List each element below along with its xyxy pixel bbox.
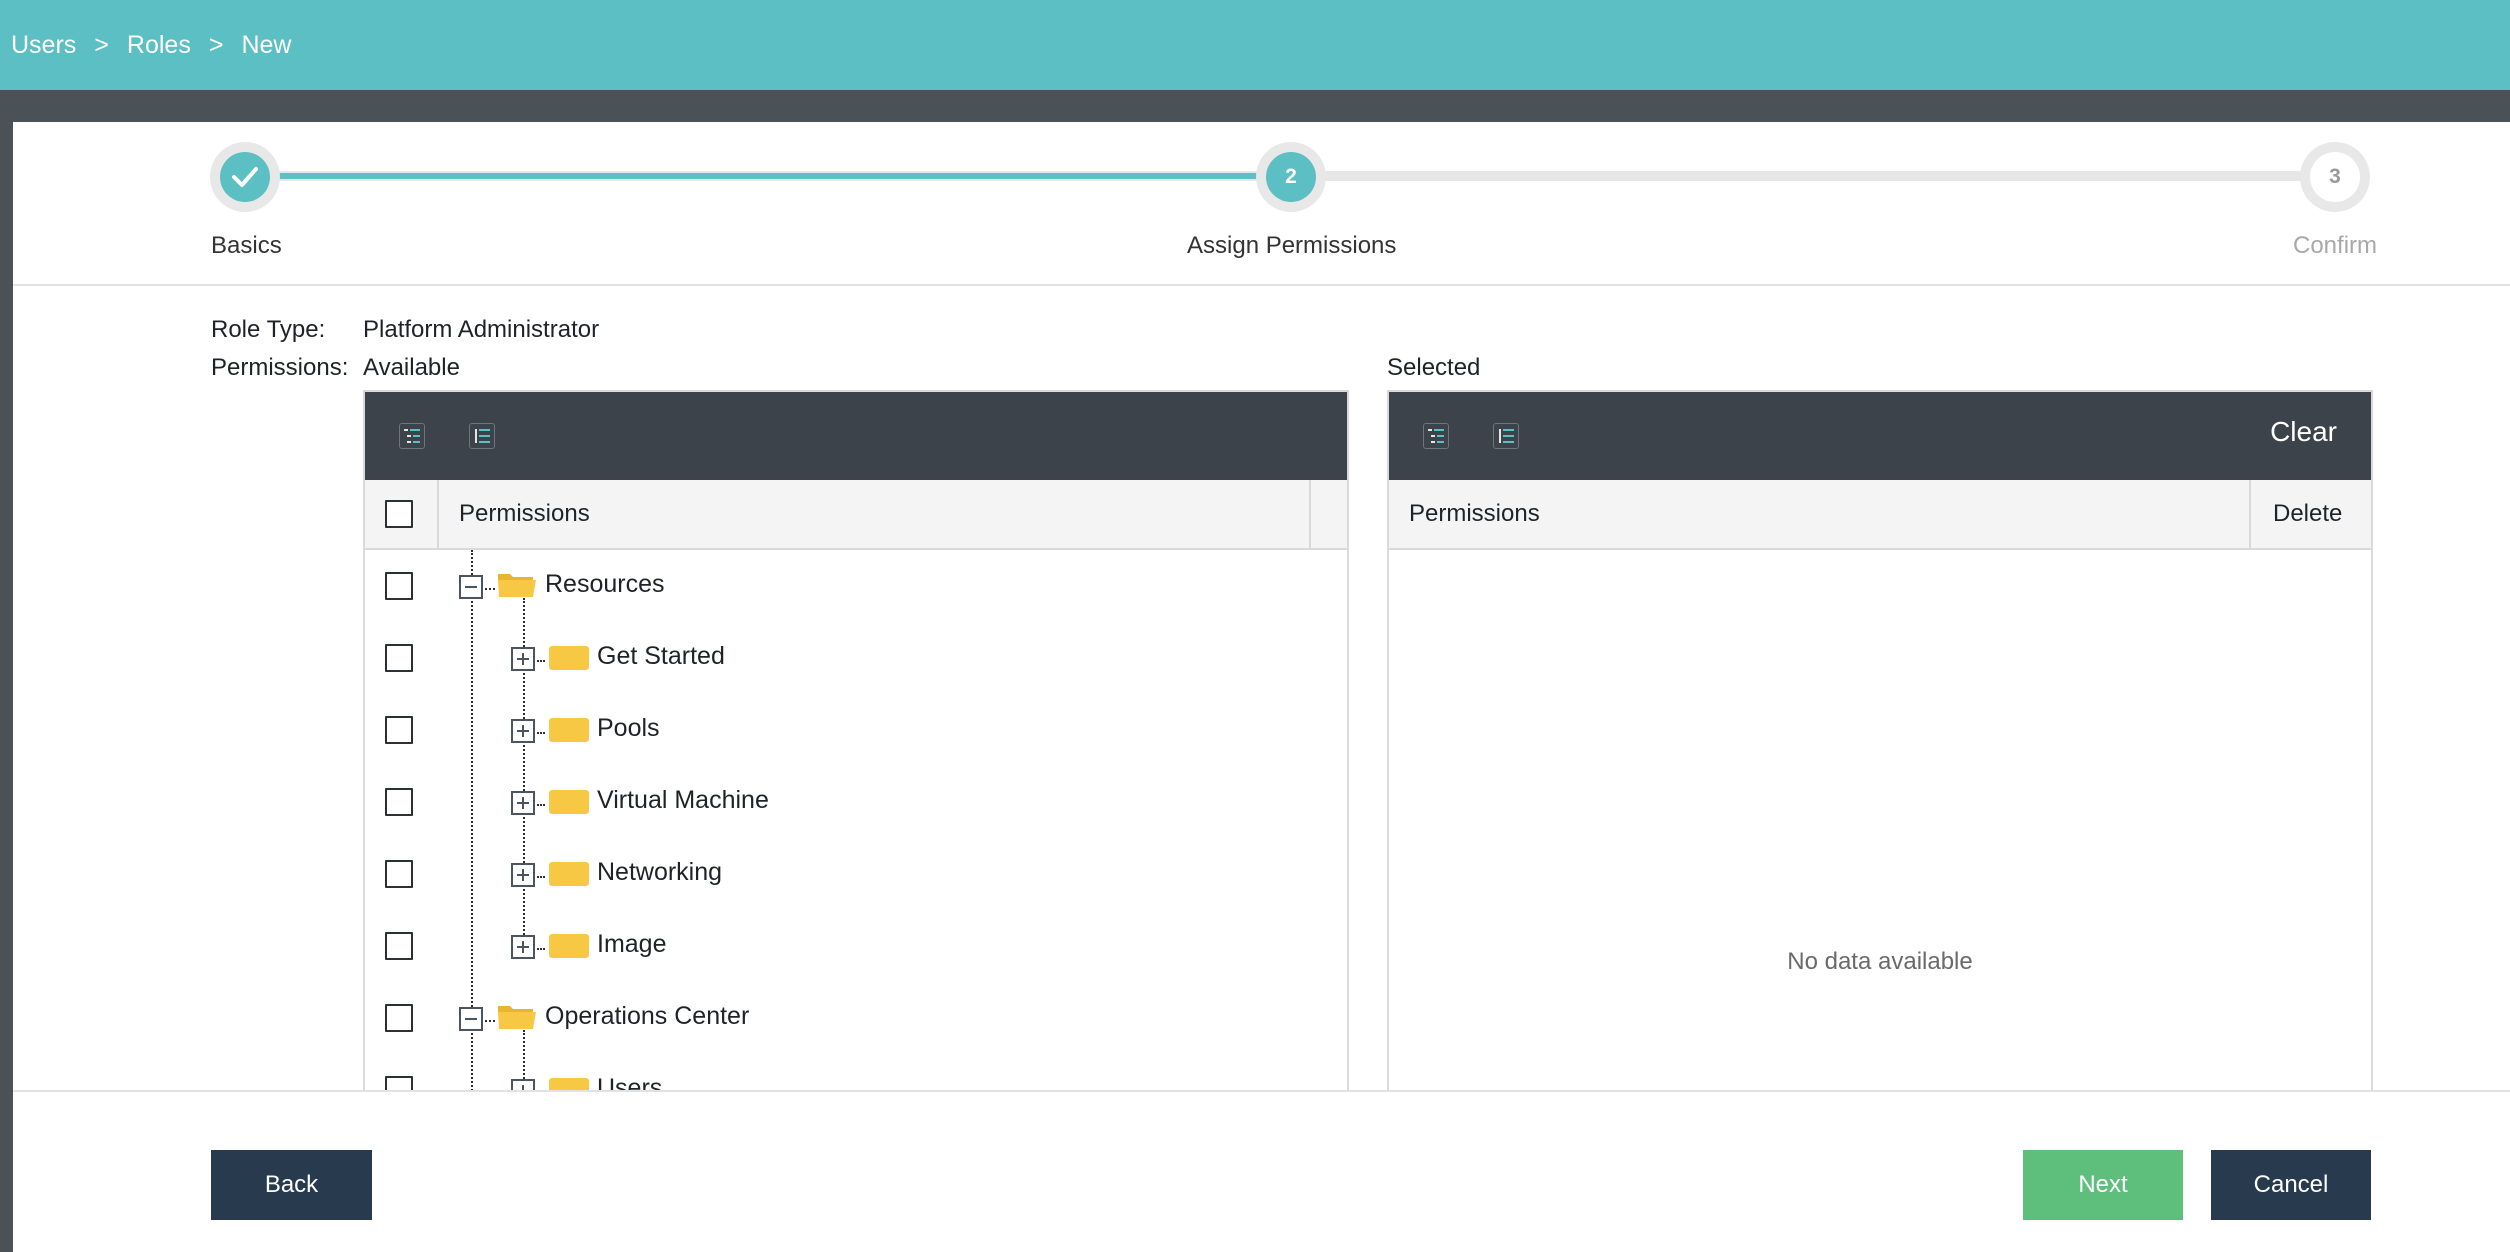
breadcrumb-users[interactable]: Users	[11, 31, 76, 60]
collapse-all-icon[interactable]	[1493, 423, 1519, 449]
tree-connector	[485, 588, 495, 590]
folder-icon	[549, 790, 589, 814]
column-divider	[1309, 480, 1311, 548]
stepper-progress	[245, 173, 1295, 179]
breadcrumb-roles[interactable]: Roles	[127, 31, 191, 60]
folder-icon	[549, 646, 589, 670]
expand-icon[interactable]	[511, 719, 535, 743]
step-3-label: Confirm	[2293, 232, 2378, 259]
step-2-indicator: 2	[1266, 152, 1316, 202]
expand-icon[interactable]	[511, 791, 535, 815]
tree-connector	[537, 876, 545, 878]
available-toolbar	[365, 392, 1347, 480]
column-divider	[2249, 480, 2251, 548]
tree-label: Resources	[545, 570, 665, 598]
permissions-label: Permissions:	[211, 354, 349, 381]
row-checkbox[interactable]	[385, 1004, 413, 1032]
breadcrumb-separator: >	[208, 30, 224, 59]
selected-toolbar: Clear	[1389, 392, 2371, 480]
row-checkbox[interactable]	[385, 572, 413, 600]
wizard-panel: Basics 2 Assign Permissions 3 Confirm Ro…	[13, 122, 2510, 1252]
back-button[interactable]: Back	[211, 1150, 372, 1220]
tree-connector	[537, 660, 545, 662]
tree-row[interactable]: Image	[365, 910, 1347, 982]
available-list-header: Permissions	[365, 480, 1347, 550]
step-2-label: Assign Permissions	[1187, 232, 1397, 259]
footer-divider	[13, 1090, 2510, 1092]
empty-state-text: No data available	[1787, 948, 1973, 975]
tree-label: Operations Center	[545, 1002, 750, 1030]
tree-label: Image	[597, 930, 667, 958]
selected-title: Selected	[1387, 354, 1481, 381]
row-checkbox[interactable]	[385, 860, 413, 888]
role-type-label: Role Type:	[211, 316, 326, 343]
delete-column-header: Delete	[2273, 500, 2343, 527]
tree-label: Networking	[597, 858, 723, 886]
cancel-button[interactable]: Cancel	[2211, 1150, 2371, 1220]
tree-connector	[537, 732, 545, 734]
collapse-icon[interactable]	[459, 1007, 483, 1031]
tree-connector	[537, 948, 545, 950]
column-divider	[437, 480, 439, 548]
tree-row[interactable]: Networking	[365, 838, 1347, 910]
step-3-confirm: 3	[2300, 142, 2370, 212]
tree-row[interactable]: Virtual Machine	[365, 766, 1347, 838]
tree-row[interactable]: Operations Center	[365, 982, 1347, 1054]
available-title: Available	[363, 354, 460, 381]
tree-label: Get Started	[597, 642, 725, 670]
available-permissions-list: Permissions Resources Get Started Pools …	[363, 390, 1349, 1092]
tree-label: Virtual Machine	[597, 786, 769, 814]
tree-connector	[485, 1020, 495, 1022]
role-type-value: Platform Administrator	[363, 316, 600, 343]
expand-icon[interactable]	[511, 863, 535, 887]
tree-connector	[537, 804, 545, 806]
tree-row[interactable]: Resources	[365, 550, 1347, 622]
select-all-checkbox[interactable]	[385, 500, 413, 528]
check-icon	[232, 167, 258, 187]
selected-list-header: Permissions Delete	[1389, 480, 2371, 550]
collapse-all-icon[interactable]	[469, 423, 495, 449]
stepper-track-remaining	[1325, 171, 2349, 181]
step-1-basics	[210, 142, 280, 212]
step-3-indicator: 3	[2310, 152, 2360, 202]
next-button[interactable]: Next	[2023, 1150, 2183, 1220]
tree-label: Pools	[597, 714, 660, 742]
row-checkbox[interactable]	[385, 932, 413, 960]
folder-icon	[549, 862, 589, 886]
tree-row[interactable]: Users	[365, 1054, 1347, 1090]
expand-icon[interactable]	[511, 647, 535, 671]
step-1-label: Basics	[211, 232, 282, 259]
permissions-column-header[interactable]: Permissions	[1409, 480, 1540, 548]
step-2-assign-permissions: 2	[1256, 142, 1326, 212]
permissions-column-header[interactable]: Permissions	[459, 480, 590, 548]
permissions-tree: Resources Get Started Pools Virtual Mach…	[365, 550, 1347, 1090]
breadcrumb-new: New	[241, 30, 292, 59]
breadcrumb: Users > Roles > New	[0, 0, 2510, 90]
divider	[13, 284, 2510, 286]
folder-icon	[549, 934, 589, 958]
folder-icon	[549, 718, 589, 742]
expand-all-icon[interactable]	[1423, 423, 1449, 449]
selected-permissions-list: Clear Permissions Delete No data availab…	[1387, 390, 2373, 1092]
breadcrumb-separator: >	[94, 30, 109, 59]
tree-row[interactable]: Get Started	[365, 622, 1347, 694]
step-1-indicator	[220, 152, 270, 202]
folder-open-icon	[498, 1006, 536, 1029]
row-checkbox[interactable]	[385, 788, 413, 816]
tree-row[interactable]: Pools	[365, 694, 1347, 766]
clear-button[interactable]: Clear	[2270, 416, 2337, 448]
row-checkbox[interactable]	[385, 644, 413, 672]
folder-open-icon	[498, 574, 536, 597]
expand-icon[interactable]	[511, 935, 535, 959]
select-all-cell	[385, 480, 413, 548]
collapse-icon[interactable]	[459, 575, 483, 599]
row-checkbox[interactable]	[385, 716, 413, 744]
expand-all-icon[interactable]	[399, 423, 425, 449]
